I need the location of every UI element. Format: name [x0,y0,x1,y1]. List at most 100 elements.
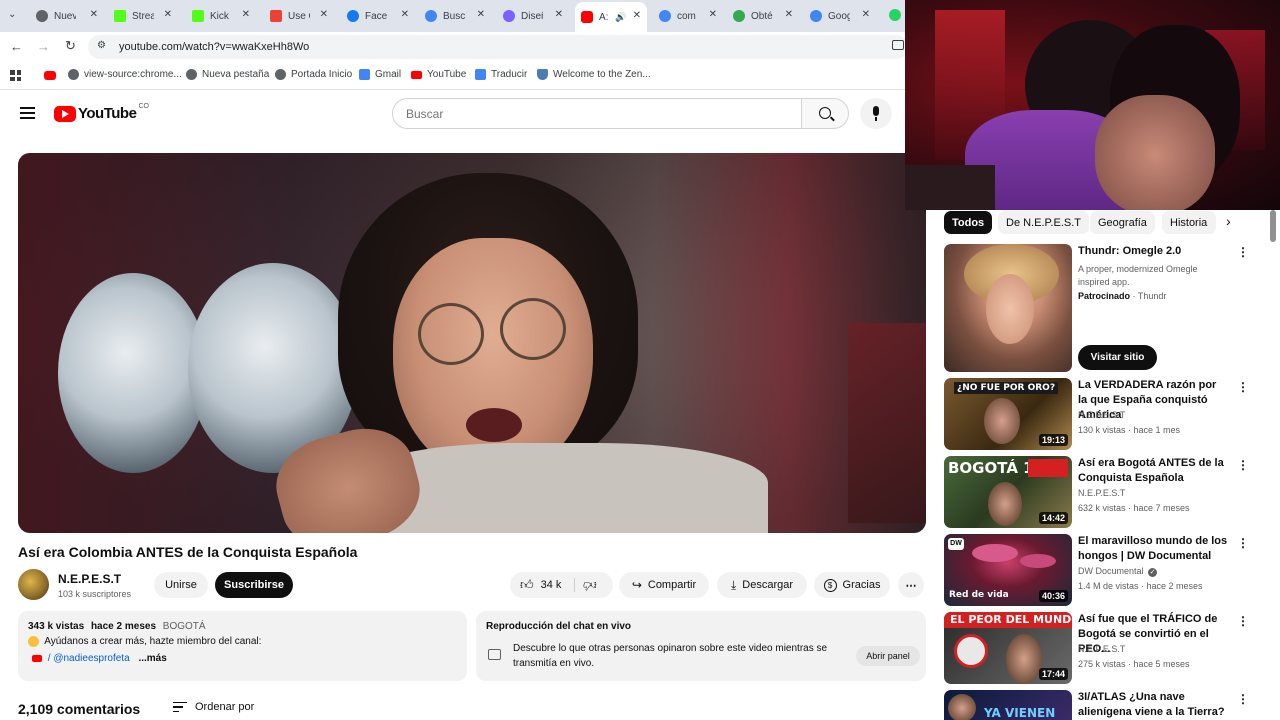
video-title[interactable]: El maravilloso mundo de los hongos | DW … [1078,534,1228,564]
related-video[interactable]: EL PEOR DEL MUNDO 17:44 Así fue que el T… [944,612,1254,684]
open-panel-button[interactable]: Abrir panel [856,646,920,666]
bookmark-traducir[interactable]: Traducir [475,69,527,80]
video-title[interactable]: Así era Bogotá ANTES de la Conquista Esp… [1078,456,1228,486]
related-video[interactable]: ¿NO FUE POR ORO? 19:13 La VERDADERA razó… [944,378,1254,450]
channel-name[interactable]: N.E.P.E.S.T [1078,488,1125,498]
browser-tab[interactable]: Kick ✕ [192,4,250,28]
bookmark-view-source[interactable]: view-source:chrome... [68,69,182,80]
tab-audio-icon[interactable]: 🔊 [615,12,626,23]
location-tag[interactable]: BOGOTÁ [163,621,206,632]
browser-tab[interactable]: com ✕ [659,4,717,28]
browser-tab-active[interactable]: A: 🔊 ✕ [575,2,647,32]
youtube-bookmark-icon[interactable] [44,71,56,80]
browser-tab[interactable]: Obté ✕ [733,4,793,28]
video-thumbnail[interactable]: BOGOTÁ 1537 14:42 [944,456,1072,528]
related-video[interactable]: BOGOTÁ 1537 14:42 Así era Bogotá ANTES d… [944,456,1254,528]
video-thumbnail[interactable]: DW Red de vida 40:36 [944,534,1072,606]
tab-close-icon[interactable]: ✕ [709,9,717,20]
browser-tab[interactable]: Goog ✕ [810,4,870,28]
search-input[interactable]: Buscar [392,98,802,129]
thumbs-down-icon[interactable]: 👍︎ [583,577,597,593]
video-thumbnail[interactable]: ¿NO FUE POR ORO? 19:13 [944,378,1072,450]
more-actions-button[interactable]: ⋯ [898,572,924,598]
browser-tab[interactable]: Faceb ✕ [347,4,409,28]
apps-grid-icon[interactable] [10,70,21,81]
cast-icon[interactable] [892,40,904,50]
tab-close-icon[interactable]: ✕ [401,9,409,20]
tab-close-icon[interactable]: ✕ [785,9,793,20]
bookmark-gmail[interactable]: Gmail [359,69,401,80]
ad-thumbnail[interactable] [944,244,1072,372]
video-player[interactable] [18,153,926,533]
duration-badge: 40:36 [1038,590,1068,602]
browser-tab[interactable]: Strea ✕ [114,4,172,28]
tab-close-icon[interactable]: ✕ [320,9,328,20]
subscribe-button[interactable]: Suscribirse [215,572,293,598]
bookmark-youtube[interactable]: YouTube [411,69,466,80]
channel-name[interactable]: N.E.P.E.S.T [58,572,121,586]
reload-icon[interactable]: ↻ [65,38,76,54]
tab-close-icon[interactable]: ✕ [862,9,870,20]
chip-history[interactable]: Historia [1162,211,1216,234]
download-button[interactable]: ⤓ Descargar [717,572,807,598]
site-info-icon[interactable]: ⚙ [97,40,106,51]
visit-site-button[interactable]: Visitar sitio [1078,345,1157,370]
picture-in-picture-window[interactable] [905,0,1280,210]
bookmark-portada-inicio[interactable]: Portada Inicio [275,69,352,80]
browser-tab[interactable]: Busca ✕ [425,4,485,28]
tab-close-icon[interactable]: ✕ [242,9,250,20]
channel-name[interactable]: N.E.P.E.S.T [1078,644,1125,654]
tab-close-icon[interactable]: ✕ [164,9,172,20]
scrollbar-thumb[interactable] [1270,210,1276,242]
back-arrow-icon[interactable]: ← [10,39,23,54]
video-menu-icon[interactable]: ⋮ [1237,380,1249,394]
related-video[interactable]: DW Red de vida 40:36 El maravilloso mund… [944,534,1254,606]
channel-handle-link[interactable]: / @nadieesprofeta [48,653,130,664]
tab-close-icon[interactable]: ✕ [633,10,641,21]
video-menu-icon[interactable]: ⋮ [1237,692,1249,706]
forward-arrow-icon[interactable]: → [37,39,50,54]
tab-close-icon[interactable]: ✕ [555,9,563,20]
tab-close-icon[interactable]: ✕ [90,9,98,20]
browser-tab[interactable]: Nuev ✕ [36,4,98,28]
sort-comments-button[interactable]: Ordenar por [173,701,254,713]
show-more-link[interactable]: ...más [138,653,166,664]
video-title[interactable]: 3I/ATLAS ¿Una nave alienígena viene a la… [1078,690,1228,720]
tab-close-icon[interactable]: ✕ [477,9,485,20]
related-video[interactable]: YA VIENEN 3I/ATLAS ¿Una nave alienígena … [944,690,1254,720]
tab-search-chevron-icon[interactable]: ⌄ [8,9,16,20]
thumbs-up-icon[interactable]: 👍︎ [520,577,534,593]
bookmark-nueva-pestana[interactable]: Nueva pestaña [186,69,269,80]
search-button[interactable] [801,98,849,129]
chip-all[interactable]: Todos [944,211,993,234]
like-count[interactable]: 34 k [541,579,562,591]
voice-search-button[interactable] [860,98,892,129]
chat-replay-box: Reproducción del chat en vivo Descubre l… [476,611,926,681]
bookmark-zen[interactable]: Welcome to the Zen... [537,69,651,80]
browser-tab[interactable]: Diseñ ✕ [503,4,563,28]
sponsored-ad[interactable]: Thundr: Omegle 2.0 A proper, modernized … [944,244,1254,372]
hamburger-menu-icon[interactable] [20,107,35,119]
ad-menu-icon[interactable]: ⋮ [1237,245,1249,259]
video-menu-icon[interactable]: ⋮ [1237,614,1249,628]
description-box[interactable]: 343 k vistas hace 2 meses BOGOTÁ Ayúdano… [18,611,467,681]
channel-name[interactable]: DW Documental [1078,566,1144,576]
video-thumbnail[interactable]: YA VIENEN [944,690,1072,720]
url-text[interactable]: youtube.com/watch?v=wwaKxeHh8Wo [119,41,309,53]
channel-name[interactable]: N.E.P.E.S.T [1078,410,1125,420]
share-button[interactable]: ↪ Compartir [619,572,709,598]
join-button[interactable]: Unirse [154,572,208,598]
whatsapp-tab-icon[interactable] [889,9,901,21]
thanks-button[interactable]: $ Gracias [814,572,890,598]
video-menu-icon[interactable]: ⋮ [1237,458,1249,472]
chips-next-chevron-icon[interactable]: › [1226,213,1231,229]
chip-geography[interactable]: Geografía [1090,211,1155,234]
video-menu-icon[interactable]: ⋮ [1237,536,1249,550]
address-bar[interactable]: ⚙ youtube.com/watch?v=wwaKxeHh8Wo [88,35,908,59]
chip-from-channel[interactable]: De N.E.P.E.S.T [998,211,1089,234]
video-thumbnail[interactable]: EL PEOR DEL MUNDO 17:44 [944,612,1072,684]
ad-title[interactable]: Thundr: Omegle 2.0 [1078,244,1228,259]
youtube-logo[interactable]: YouTube CO [54,103,149,122]
browser-tab[interactable]: Use C ✕ [270,4,328,28]
channel-avatar[interactable] [18,569,49,600]
